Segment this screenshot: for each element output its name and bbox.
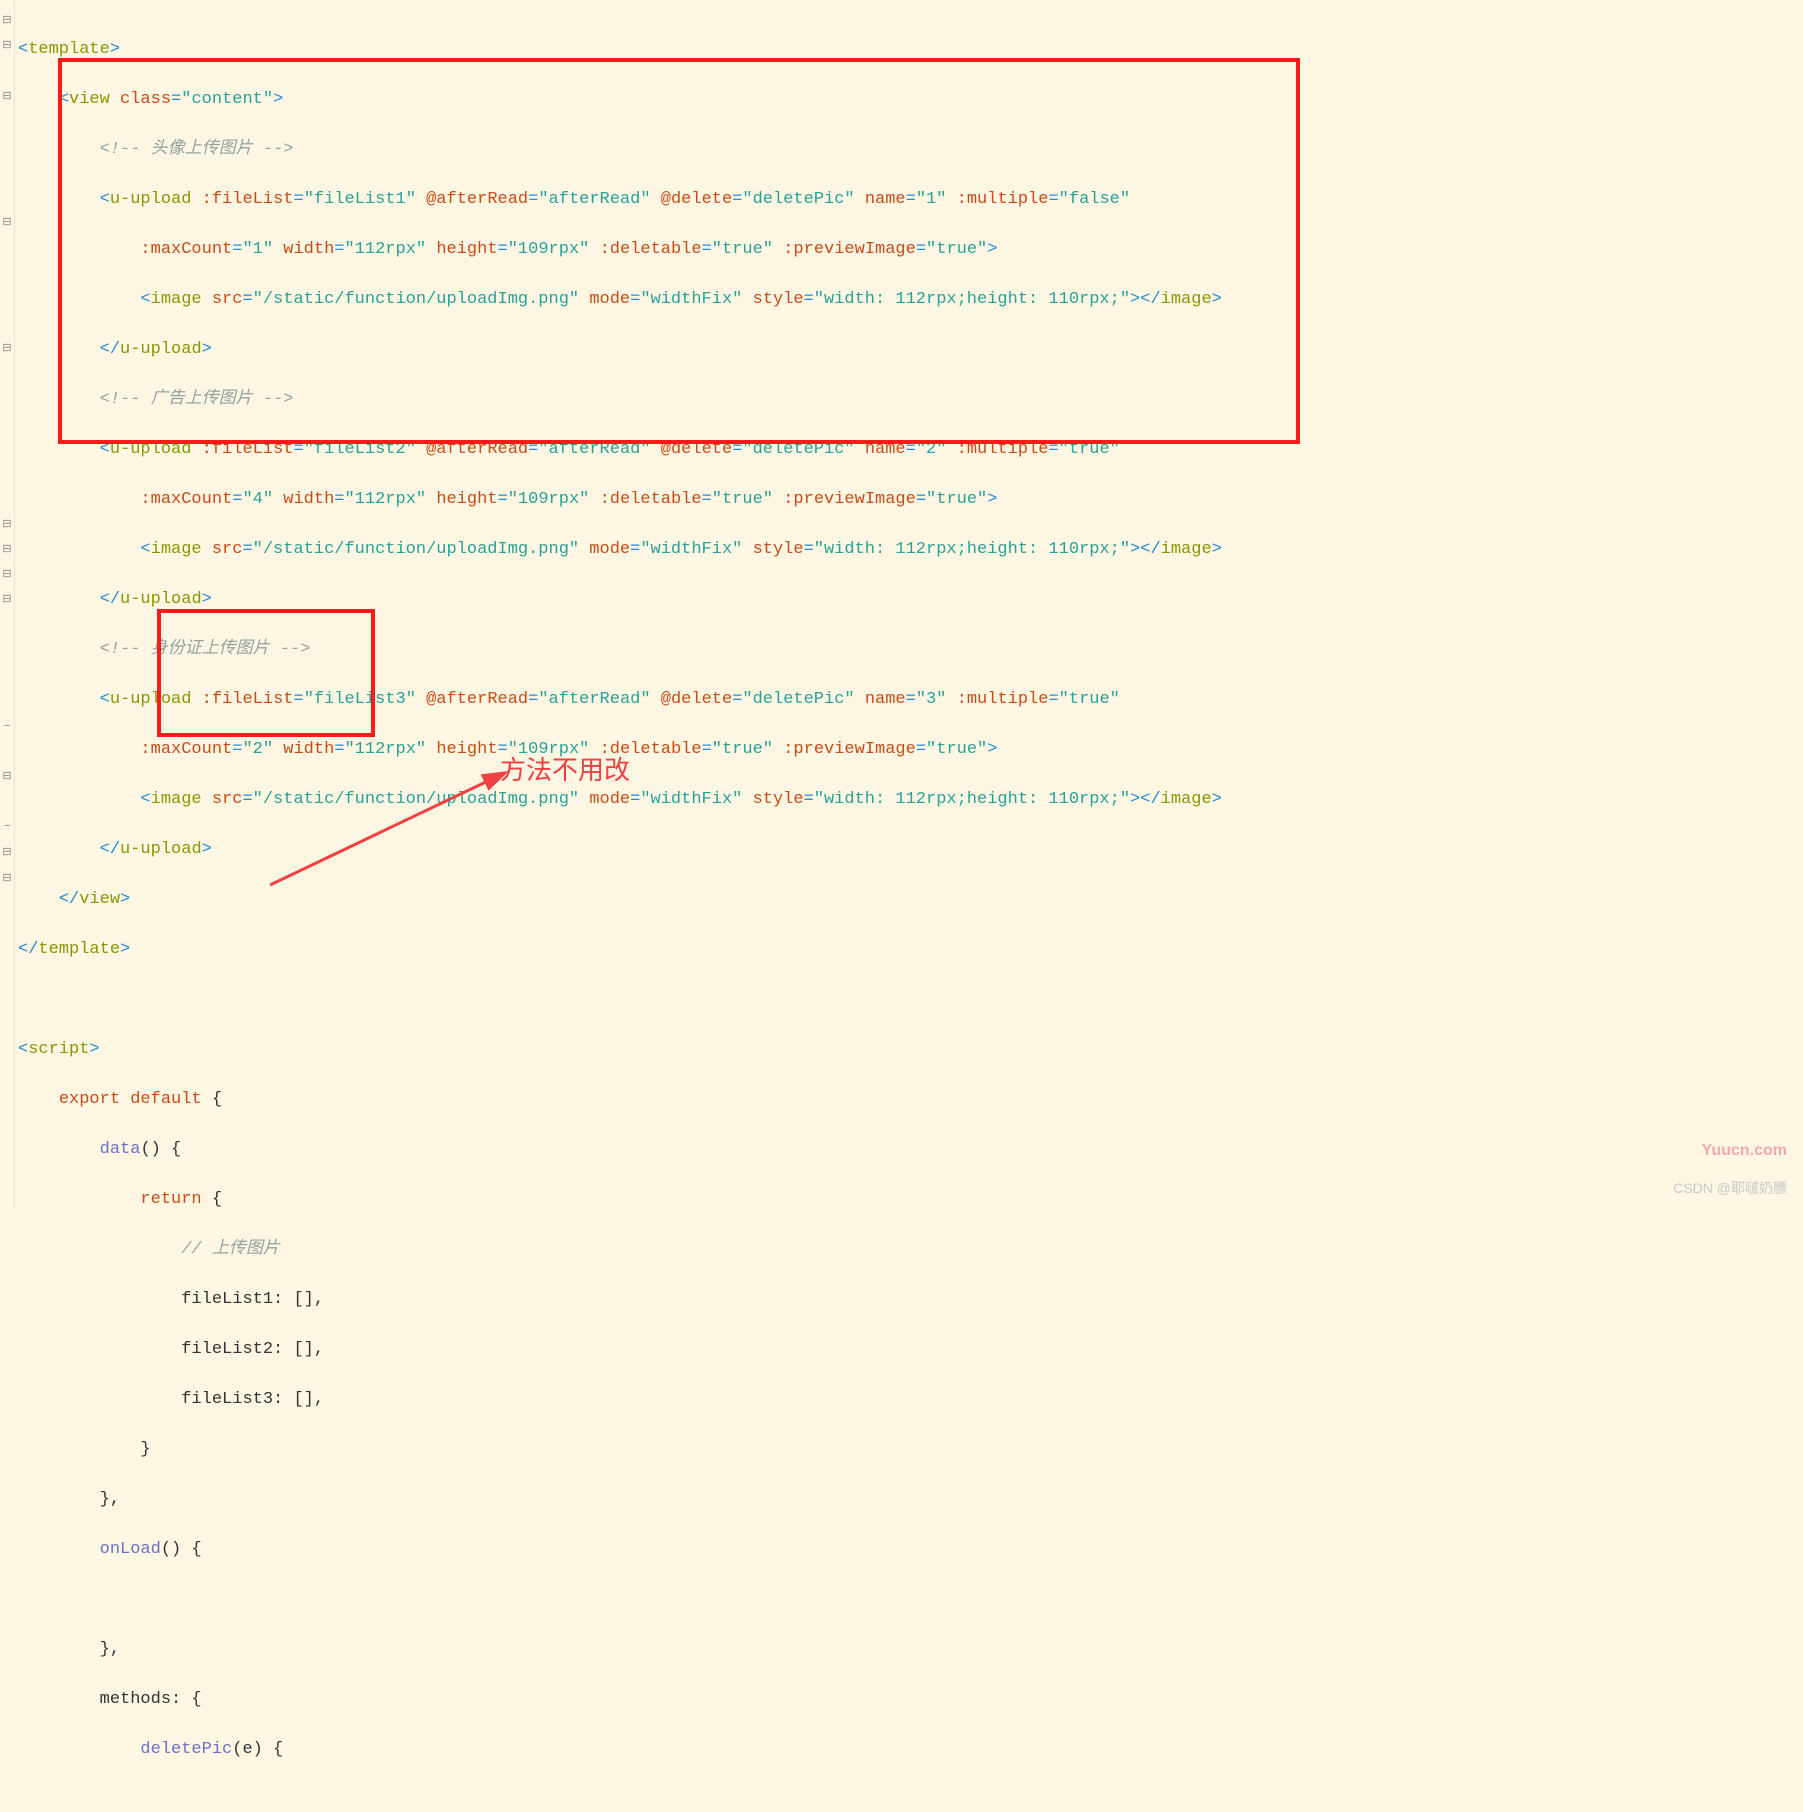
highlight-box-template — [58, 58, 1300, 444]
fold-marker[interactable]: ⊟ — [2, 874, 12, 884]
fold-marker[interactable]: ⊟ — [2, 41, 12, 51]
fold-marker[interactable]: ⊟ — [2, 772, 12, 782]
fold-marker[interactable]: ⊟ — [2, 218, 12, 228]
fold-marker[interactable]: − — [2, 822, 12, 832]
fold-gutter: ⊟ ⊟ ⊟ ⊟ ⊟ ⊟ ⊟ ⊟ ⊟ − ⊟ − ⊟ ⊟ — [0, 0, 15, 1209]
fold-marker[interactable]: ⊟ — [2, 92, 12, 102]
annotation-arrow — [270, 770, 520, 890]
tag-template: template — [28, 40, 110, 59]
highlight-box-data — [157, 609, 375, 737]
watermark-yuucn: Yuucn.com — [1702, 1138, 1787, 1163]
comment-upload: // 上传图片 — [181, 1240, 280, 1259]
fold-marker[interactable]: − — [2, 722, 12, 732]
fold-marker[interactable]: ⊟ — [2, 545, 12, 555]
fold-marker[interactable]: ⊟ — [2, 520, 12, 530]
fold-marker[interactable]: ⊟ — [2, 570, 12, 580]
data-filelist1: fileList1: [], — [181, 1290, 324, 1309]
editor-viewport: ⊟ ⊟ ⊟ ⊟ ⊟ ⊟ ⊟ ⊟ ⊟ − ⊟ − ⊟ ⊟ <template> <… — [0, 0, 1803, 1209]
fold-marker[interactable]: ⊟ — [2, 344, 12, 354]
fold-marker[interactable]: ⊟ — [2, 848, 12, 858]
data-filelist2: fileList2: [], — [181, 1340, 324, 1359]
annotation-text: 方法不用改 — [500, 758, 630, 783]
fold-marker[interactable]: ⊟ — [2, 16, 12, 26]
fold-marker[interactable]: ⊟ — [2, 595, 12, 605]
watermark-csdn: CSDN @耶啵奶膘 — [1673, 1176, 1787, 1201]
data-filelist3: fileList3: [], — [181, 1390, 324, 1409]
